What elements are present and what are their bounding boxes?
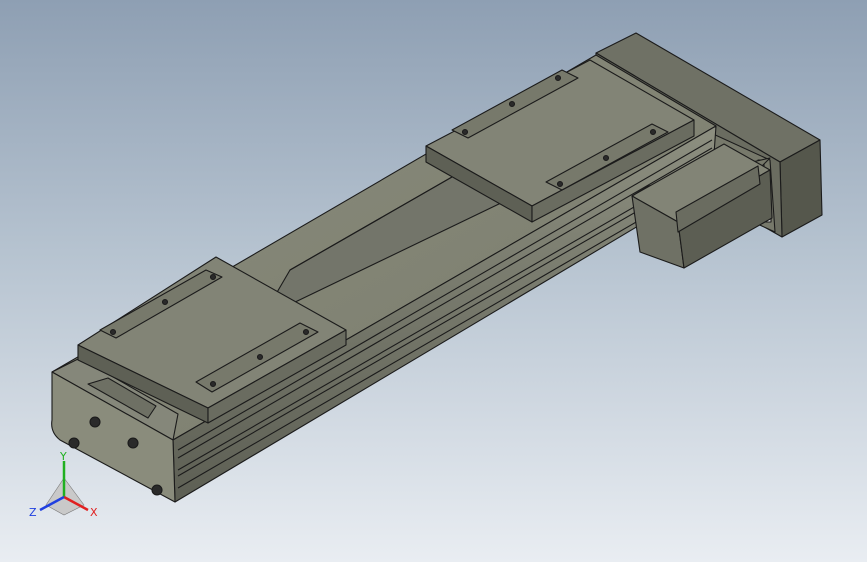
linear-actuator-model[interactable]: Y X Z (0, 0, 867, 562)
triad-z-label: Z (29, 506, 37, 519)
triad-x-label: X (90, 506, 98, 519)
3d-viewport[interactable]: Y X Z (0, 0, 867, 562)
triad-y-label: Y (59, 450, 67, 463)
view-triad[interactable]: Y X Z (29, 450, 98, 519)
